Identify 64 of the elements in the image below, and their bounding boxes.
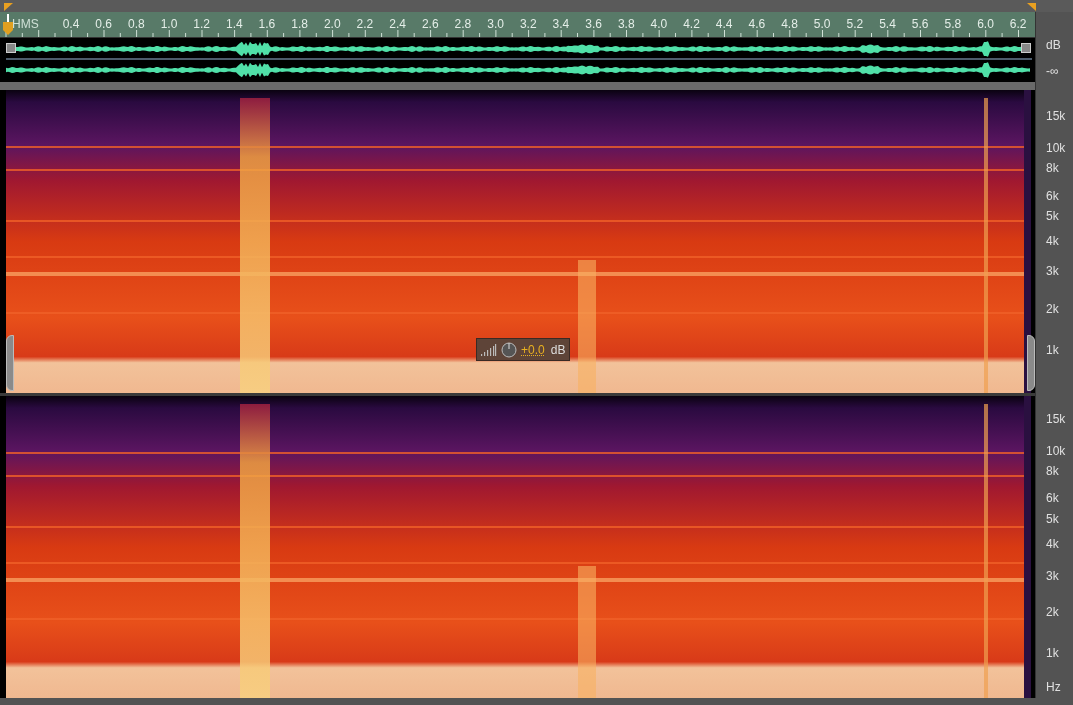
- playhead-icon[interactable]: [2, 14, 14, 36]
- time-tick-label: 6.2: [1009, 16, 1027, 33]
- frequency-label: 5k: [1046, 513, 1059, 525]
- time-tick-label: 4.8: [781, 16, 798, 33]
- frequency-label: 8k: [1046, 162, 1059, 174]
- time-tick-label: 3.2: [519, 16, 537, 33]
- frequency-label: 2k: [1046, 606, 1059, 618]
- time-tick-label: 3.0: [487, 16, 504, 33]
- time-tick-label: 0.8: [127, 16, 145, 33]
- time-tick-label: 1.4: [225, 16, 243, 33]
- time-tick-label: 2.8: [454, 16, 472, 33]
- frequency-label: 1k: [1046, 647, 1059, 659]
- fade-handle[interactable]: [6, 43, 16, 53]
- time-tick-label: 1.2: [193, 16, 210, 33]
- time-tick-label: 0.4: [62, 16, 80, 33]
- time-tick-label: 4.4: [715, 16, 733, 33]
- time-tick-label: 2.2: [356, 16, 374, 33]
- time-tick-label: 1.8: [291, 16, 308, 33]
- frequency-label: 8k: [1046, 465, 1059, 477]
- time-tick-label: 2.4: [389, 16, 406, 33]
- time-tick-label: 5.4: [879, 16, 896, 33]
- gain-value[interactable]: +0.0: [521, 340, 545, 359]
- time-tick-label: 2.6: [421, 16, 439, 33]
- frequency-label: 4k: [1046, 235, 1059, 247]
- channel-resize-handle[interactable]: [1027, 335, 1035, 391]
- frequency-label: 1k: [1046, 344, 1059, 356]
- time-tick-label: 4.6: [748, 16, 766, 33]
- gain-unit: dB: [550, 341, 566, 359]
- frequency-label: Hz: [1046, 681, 1061, 693]
- time-tick-label: 1.0: [160, 16, 178, 33]
- level-bars-icon: [481, 343, 497, 356]
- time-tick-label: 4.0: [650, 16, 668, 33]
- frequency-label: 15k: [1046, 110, 1066, 122]
- time-tick-label: 4.2: [683, 16, 700, 33]
- amplitude-scale-label: dB: [1046, 39, 1061, 51]
- frequency-label: 3k: [1046, 265, 1059, 277]
- frequency-label: 10k: [1046, 142, 1066, 154]
- channel-resize-handle[interactable]: [6, 335, 14, 391]
- time-tick-label: 5.8: [944, 16, 962, 33]
- scroll-bar[interactable]: [0, 82, 1035, 90]
- fade-handle[interactable]: [1021, 43, 1031, 53]
- time-tick-label: 3.6: [585, 16, 602, 33]
- time-tick-label: 5.6: [911, 16, 929, 33]
- time-tick-label: 3.8: [617, 16, 635, 33]
- frequency-label: 2k: [1046, 303, 1059, 315]
- frequency-label: 4k: [1046, 538, 1059, 550]
- time-tick-label: 5.0: [813, 16, 831, 33]
- time-tick-label: 6.0: [977, 16, 994, 33]
- frequency-label: 5k: [1046, 210, 1059, 222]
- knob-icon[interactable]: [501, 341, 517, 358]
- time-tick-label: 2.0: [323, 16, 341, 33]
- frequency-label: 15k: [1046, 413, 1066, 425]
- frequency-label: 6k: [1046, 190, 1059, 202]
- time-tick-label: 0.6: [95, 16, 112, 33]
- amplitude-scale-label: -∞: [1046, 65, 1059, 77]
- time-tick-label: 3.4: [552, 16, 570, 33]
- time-tick-label: 5.2: [846, 16, 864, 33]
- time-ruler[interactable]: HMS 0.4 0.6 0.8 1.0 1.2 1.4 1.6 1.8 2.0 2.2 2.4 2.6 2.8 3.0 3.2 3.4 3.6 3.8 4.0 4.2 4.4 4.6 4.8 5.0 5.2 5.4 5.6 5.8 6.0 6.2: [0, 12, 1035, 38]
- frequency-label: 10k: [1046, 445, 1066, 457]
- time-format-label: HMS: [12, 16, 39, 33]
- time-tick-label: 1.6: [258, 16, 276, 33]
- gain-control[interactable]: +0.0 dB: [476, 338, 571, 361]
- frequency-label: 3k: [1046, 570, 1059, 582]
- frequency-label: 6k: [1046, 492, 1059, 504]
